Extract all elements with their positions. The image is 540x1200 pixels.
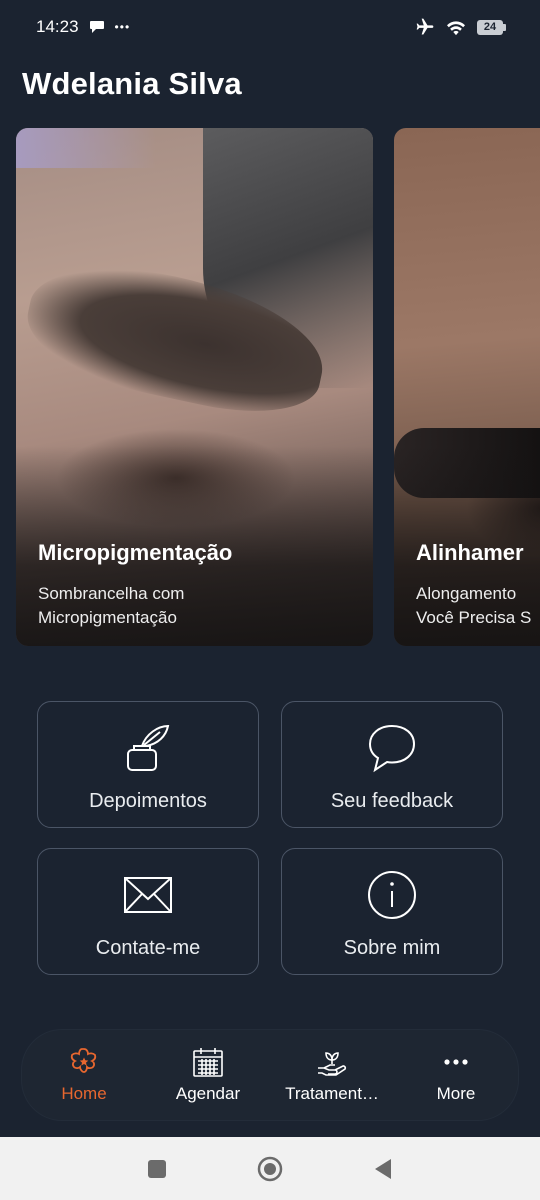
nav-label: Home (61, 1084, 107, 1103)
card-subtitle: Sombrancelha com Micropigmentação (38, 584, 185, 627)
clock: 14:23 (36, 17, 79, 36)
nav-item-tratamentos[interactable]: Tratament… (270, 1030, 394, 1120)
page-title: Wdelania Silva (22, 66, 242, 101)
envelope-icon (124, 877, 172, 913)
battery-icon: 24 (477, 19, 506, 35)
flower-star-icon (70, 1048, 97, 1073)
calendar-icon (193, 1048, 223, 1077)
card-subtitle: Alongamento Você Precisa S (416, 584, 532, 627)
more-notifications-indicator: ••• (114, 20, 131, 34)
wifi-icon (447, 21, 465, 36)
ink-feather-icon (127, 724, 170, 771)
tile-label: Contate-me (95, 937, 201, 959)
nav-label: Tratament… (285, 1084, 379, 1103)
airplane-mode-icon (416, 18, 434, 35)
depoimentos-button[interactable]: Depoimentos (37, 701, 259, 828)
tile-label: Seu feedback (330, 790, 454, 812)
nav-label: Agendar (175, 1084, 241, 1103)
seu-feedback-button[interactable]: Seu feedback (281, 701, 503, 828)
bottom-navigation: Home Agendar Tratament… More (22, 1030, 518, 1120)
services-carousel[interactable]: Micropigmentação Sombrancelha com Microp… (16, 128, 540, 648)
contate-me-button[interactable]: Contate-me (37, 848, 259, 975)
card-title: Alinhamer (416, 540, 524, 565)
recents-button-icon[interactable] (147, 1159, 167, 1179)
tile-label: Sobre mim (343, 937, 441, 959)
nav-label: More (436, 1084, 476, 1103)
info-icon (368, 871, 416, 919)
service-card-alinhamento[interactable]: Alinhamer Alongamento Você Precisa S (394, 128, 540, 646)
sobre-mim-button[interactable]: Sobre mim (281, 848, 503, 975)
status-bar: 14:23 ••• 24 (0, 0, 540, 54)
back-button-icon[interactable] (373, 1158, 393, 1180)
more-dots-icon (444, 1059, 468, 1065)
chat-notification-icon (89, 21, 104, 33)
hand-leaf-icon (318, 1052, 347, 1076)
chat-bubble-icon (368, 724, 416, 773)
status-right: 24 (415, 17, 506, 37)
battery-level: 24 (477, 19, 503, 35)
tile-label: Depoimentos (89, 790, 207, 812)
system-navigation-bar (0, 1137, 540, 1200)
status-left: 14:23 ••• (36, 17, 130, 37)
nav-item-home[interactable]: Home (22, 1030, 146, 1120)
home-button-icon[interactable] (257, 1156, 283, 1182)
nav-item-more[interactable]: More (394, 1030, 518, 1120)
nav-item-agendar[interactable]: Agendar (146, 1030, 270, 1120)
service-card-micropigmentacao[interactable]: Micropigmentação Sombrancelha com Microp… (16, 128, 373, 646)
card-title: Micropigmentação (38, 540, 233, 565)
